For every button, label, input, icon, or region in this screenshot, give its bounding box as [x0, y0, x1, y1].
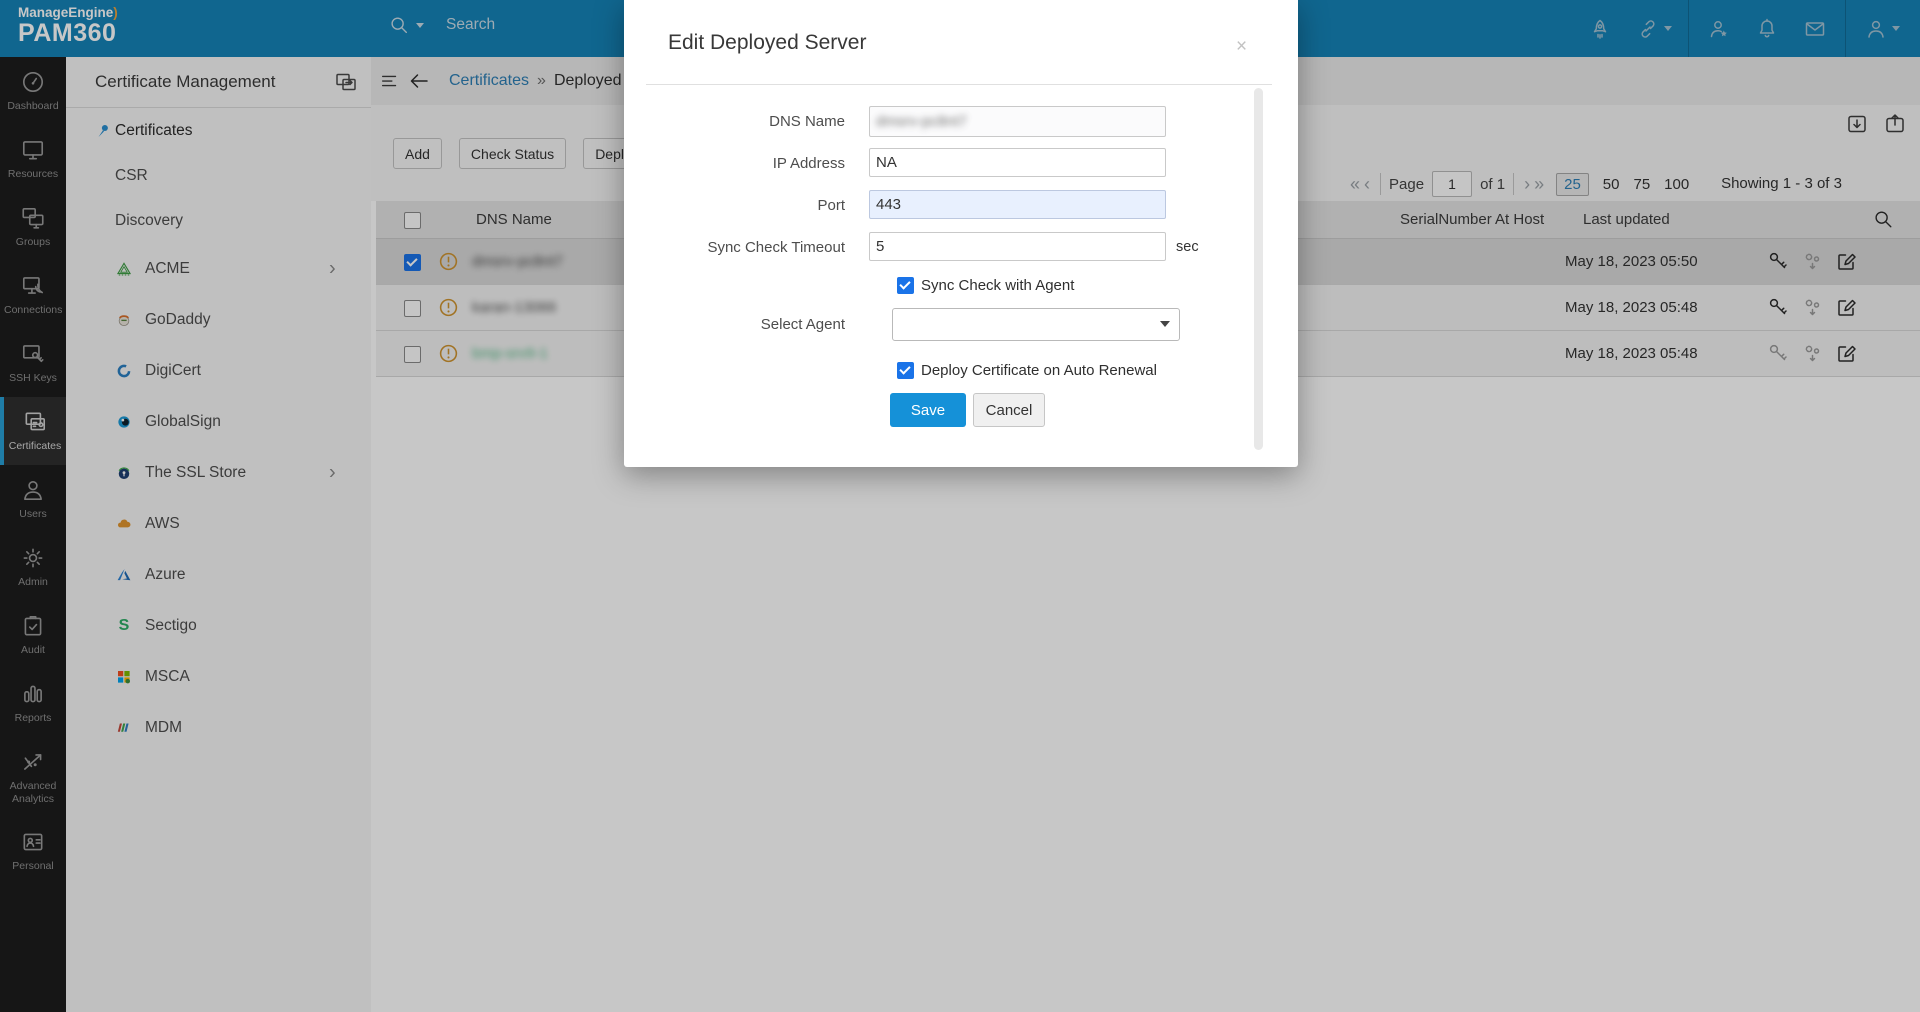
port-field[interactable] [869, 190, 1166, 219]
modal-divider [646, 84, 1272, 85]
sync-check-with-agent-checkbox[interactable] [897, 277, 914, 294]
dns-name-value-redacted: dmsrv-pc8nt7 [876, 113, 967, 130]
sync-check-with-agent-label: Sync Check with Agent [921, 277, 1074, 294]
select-agent-dropdown[interactable] [892, 308, 1180, 341]
dns-name-label: DNS Name [624, 113, 845, 130]
port-label: Port [624, 197, 845, 214]
close-icon[interactable]: × [1232, 33, 1251, 60]
cancel-button[interactable]: Cancel [973, 393, 1045, 427]
timeout-unit-label: sec [1176, 239, 1199, 255]
modal-title: Edit Deployed Server [668, 31, 866, 55]
pam360-app: ManageEngine) PAM360 Search [0, 0, 1920, 1012]
modal-scrollbar[interactable] [1254, 88, 1263, 450]
select-agent-label: Select Agent [624, 316, 845, 333]
ip-address-label: IP Address [624, 155, 845, 172]
sync-check-timeout-label: Sync Check Timeout [624, 239, 845, 256]
deploy-on-auto-renewal-checkbox[interactable] [897, 362, 914, 379]
edit-deployed-server-modal: Edit Deployed Server × DNS Name dmsrv-pc… [624, 0, 1298, 467]
deploy-on-auto-renewal-label: Deploy Certificate on Auto Renewal [921, 362, 1157, 379]
chevron-down-icon [1160, 321, 1170, 327]
dns-name-field[interactable]: dmsrv-pc8nt7 [869, 106, 1166, 137]
save-button[interactable]: Save [890, 393, 966, 427]
sync-check-timeout-field[interactable] [869, 232, 1166, 261]
ip-address-field[interactable] [869, 148, 1166, 177]
